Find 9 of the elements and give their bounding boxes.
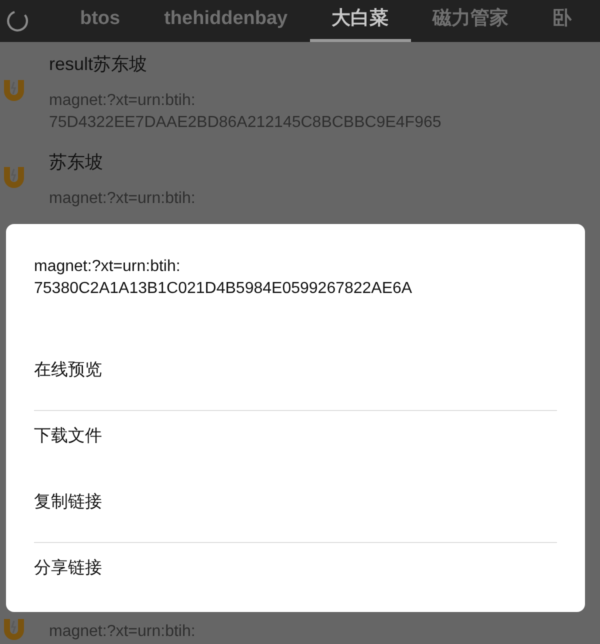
result-title: result苏东坡 bbox=[49, 53, 148, 76]
menu-item[interactable]: 复制链接 bbox=[34, 477, 557, 543]
menu-item[interactable]: 下载文件 bbox=[34, 411, 557, 477]
loading-spinner-icon bbox=[6, 9, 30, 33]
dialog-message: magnet:?xt=urn:btih: 75380C2A1A13B1C021D4B5984E0599267822AE6A bbox=[34, 257, 414, 299]
result-title: 苏东坡 bbox=[49, 151, 104, 174]
menu-item[interactable]: 分享链接 bbox=[34, 543, 557, 609]
menu-item[interactable]: 在线预览 bbox=[34, 345, 557, 411]
tab[interactable]: 大白菜 bbox=[310, 0, 411, 42]
